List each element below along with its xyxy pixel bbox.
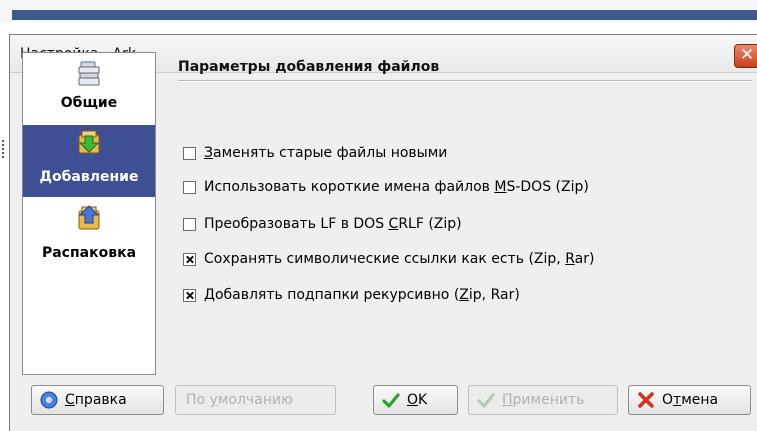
title-separator <box>178 80 752 82</box>
option-short-msdos-names[interactable]: Использовать короткие имена файлов MS-DO… <box>183 177 589 197</box>
page-title: Параметры добавления файлов <box>178 59 440 75</box>
option-label: Заменять старые файлы новыми <box>204 145 448 161</box>
close-icon: ✕ <box>739 45 755 65</box>
cancel-button-label: Отмена <box>662 392 719 408</box>
help-icon <box>40 391 58 409</box>
background-window-top <box>0 0 757 22</box>
checkmark-icon <box>477 393 495 408</box>
apply-button[interactable]: Применить <box>468 385 618 415</box>
defaults-button[interactable]: По умолчанию <box>175 385 336 415</box>
checkbox[interactable] <box>183 146 196 160</box>
ok-button[interactable]: OK <box>373 385 458 415</box>
option-replace-old-files[interactable]: Заменять старые файлы новыми <box>183 143 447 163</box>
help-button-label: Справка <box>65 392 127 408</box>
extract-icon <box>78 205 100 230</box>
checkbox[interactable] <box>183 217 196 231</box>
sidebar-item-add[interactable]: Добавление <box>23 125 155 197</box>
sidebar-item-label: Распаковка <box>41 245 137 261</box>
apply-button-label: Применить <box>502 392 585 408</box>
option-add-subfolders-recursive[interactable]: Добавлять подпапки рекурсивно (Zip, Rar) <box>183 285 520 305</box>
background-marker <box>2 140 5 158</box>
defaults-button-label: По умолчанию <box>186 392 293 408</box>
add-files-icon <box>78 130 100 154</box>
checkmark-icon <box>382 393 400 408</box>
cancel-button[interactable]: Отмена <box>628 385 751 415</box>
option-keep-symlinks[interactable]: Сохранять символические ссылки как есть … <box>183 249 594 269</box>
option-label: Использовать короткие имена файлов MS-DO… <box>204 179 589 195</box>
ok-button-label: OK <box>407 392 428 408</box>
checkbox[interactable] <box>183 180 196 194</box>
general-settings-icon <box>78 61 100 86</box>
close-button[interactable]: ✕ <box>734 44 757 68</box>
option-convert-lf-crlf[interactable]: Преобразовать LF в DOS CRLF (Zip) <box>183 214 462 234</box>
background-window-titlebar-strip <box>12 10 757 20</box>
background-window-edge <box>0 22 9 431</box>
sidebar-item-general[interactable]: Общие <box>23 55 155 123</box>
sidebar-item-label: Общие <box>60 95 118 111</box>
sidebar-item-extract[interactable]: Распаковка <box>23 199 155 271</box>
option-label: Преобразовать LF в DOS CRLF (Zip) <box>204 216 462 232</box>
cancel-x-icon <box>638 392 654 408</box>
help-button[interactable]: Справка <box>31 385 164 415</box>
sidebar-item-label: Добавление <box>39 169 139 185</box>
option-label: Сохранять символические ссылки как есть … <box>204 251 595 267</box>
category-sidebar: Общие Добавление Распаковка <box>22 52 156 375</box>
option-label: Добавлять подпапки рекурсивно (Zip, Rar) <box>204 287 520 303</box>
checkbox-checked[interactable] <box>183 288 196 302</box>
checkbox-checked[interactable] <box>183 252 196 266</box>
